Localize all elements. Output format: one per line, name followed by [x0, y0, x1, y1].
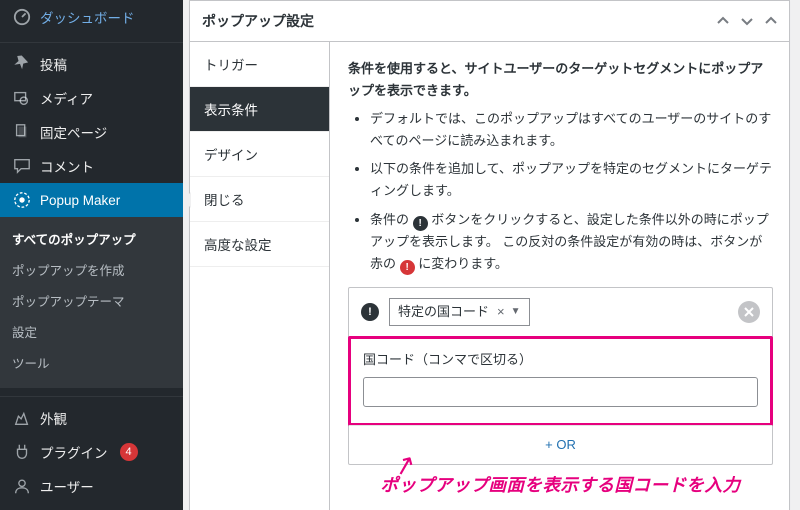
sidebar-item-comments[interactable]: コメント — [0, 149, 183, 183]
sidebar-submenu: すべてのポップアップ ポップアップを作成 ポップアップテーマ 設定 ツール — [0, 217, 183, 388]
page-icon — [12, 122, 32, 142]
tab-trigger[interactable]: トリガー — [190, 42, 329, 87]
condition-select[interactable]: 特定の国コード × ▼ — [389, 298, 530, 326]
sidebar-item-tools[interactable]: ツール — [0, 503, 183, 510]
info-icon-red: ! — [400, 260, 415, 275]
sidebar-label: プラグイン — [40, 442, 108, 462]
main-area: ポップアップ設定 トリガー 表示条件 デザイン 閉じる 高度な設定 条件を使用す… — [183, 0, 800, 510]
sidebar-label: Popup Maker — [40, 193, 120, 208]
settings-tabs: トリガー 表示条件 デザイン 閉じる 高度な設定 — [190, 42, 330, 510]
bullet: デフォルトでは、このポップアップはすべてのユーザーのサイトのすべてのページに読み… — [370, 108, 773, 152]
update-count-badge: 4 — [120, 443, 138, 461]
panel-toggle-down-icon[interactable] — [741, 15, 753, 27]
submenu-settings[interactable]: 設定 — [0, 316, 183, 347]
sidebar-item-appearance[interactable]: 外観 — [0, 401, 183, 435]
sidebar-label: ダッシュボード — [40, 7, 135, 27]
submenu-create-popup[interactable]: ポップアップを作成 — [0, 254, 183, 285]
condition-options-highlight: 国コード（コンマで区切る） — [348, 336, 773, 426]
bullet: 以下の条件を追加して、ポップアップを特定のセグメントにターゲティングします。 — [370, 158, 773, 202]
admin-sidebar: ダッシュボード 投稿 メディア 固定ページ コメント Popup Maker す… — [0, 0, 183, 510]
sidebar-label: 外観 — [40, 408, 67, 428]
popup-maker-icon — [12, 190, 32, 210]
panel-header[interactable]: ポップアップ設定 — [190, 1, 789, 42]
not-operand-button[interactable]: ! — [361, 303, 379, 321]
tab-design[interactable]: デザイン — [190, 132, 329, 177]
sidebar-item-pages[interactable]: 固定ページ — [0, 115, 183, 149]
sidebar-item-posts[interactable]: 投稿 — [0, 47, 183, 81]
tab-targeting[interactable]: 表示条件 — [190, 87, 329, 132]
sidebar-label: コメント — [40, 156, 94, 176]
sidebar-label: ユーザー — [40, 476, 94, 496]
remove-condition-button[interactable] — [738, 301, 760, 323]
sidebar-item-users[interactable]: ユーザー — [0, 469, 183, 503]
sidebar-item-popup-maker[interactable]: Popup Maker — [0, 183, 183, 217]
tab-close[interactable]: 閉じる — [190, 177, 329, 222]
sidebar-item-dashboard[interactable]: ダッシュボード — [0, 0, 183, 34]
plugins-icon — [12, 442, 32, 462]
sidebar-item-plugins[interactable]: プラグイン 4 — [0, 435, 183, 469]
users-icon — [12, 476, 32, 496]
appearance-icon — [12, 408, 32, 428]
info-icon: ! — [413, 216, 428, 231]
submenu-popup-themes[interactable]: ポップアップテーマ — [0, 285, 183, 316]
dashboard-icon — [12, 7, 32, 27]
tab-advanced[interactable]: 高度な設定 — [190, 222, 329, 267]
pin-icon — [12, 54, 32, 74]
condition-selected-label: 特定の国コード — [398, 301, 489, 323]
sidebar-label: 投稿 — [40, 54, 67, 74]
panel-toggle-up-icon[interactable] — [717, 15, 729, 27]
annotation-text: ポップアップ画面を表示する国コードを入力 — [381, 471, 741, 501]
submenu-all-popups[interactable]: すべてのポップアップ — [0, 223, 183, 254]
intro-bullets: デフォルトでは、このポップアップはすべてのユーザーのサイトのすべてのページに読み… — [348, 108, 773, 275]
clear-condition-icon[interactable]: × — [497, 301, 505, 323]
panel-title: ポップアップ設定 — [202, 11, 314, 31]
country-codes-input[interactable] — [363, 377, 758, 407]
panel-collapse-icon[interactable] — [765, 15, 777, 27]
annotation: ↗ ポップアップ画面を表示する国コードを入力 — [348, 471, 773, 501]
intro-text: 条件を使用すると、サイトユーザーのターゲットセグメントにポップアップを表示できま… — [348, 61, 763, 98]
tab-content: 条件を使用すると、サイトユーザーのターゲットセグメントにポップアップを表示できま… — [330, 42, 789, 510]
chevron-down-icon: ▼ — [511, 303, 521, 320]
country-codes-label: 国コード（コンマで区切る） — [363, 349, 758, 371]
bullet: 条件の ! ボタンをクリックすると、設定した条件以外の時にポップアップを表示しま… — [370, 209, 773, 275]
comment-icon — [12, 156, 32, 176]
sidebar-item-media[interactable]: メディア — [0, 81, 183, 115]
popup-settings-panel: ポップアップ設定 トリガー 表示条件 デザイン 閉じる 高度な設定 条件を使用す… — [189, 0, 790, 510]
sidebar-label: 固定ページ — [40, 122, 107, 142]
submenu-tools[interactable]: ツール — [0, 347, 183, 378]
condition-row: ! 特定の国コード × ▼ — [349, 288, 772, 337]
conditions-group: ! 特定の国コード × ▼ 国コード（コンマで区切る） — [348, 287, 773, 465]
sidebar-label: メディア — [40, 88, 93, 108]
media-icon — [12, 88, 32, 108]
